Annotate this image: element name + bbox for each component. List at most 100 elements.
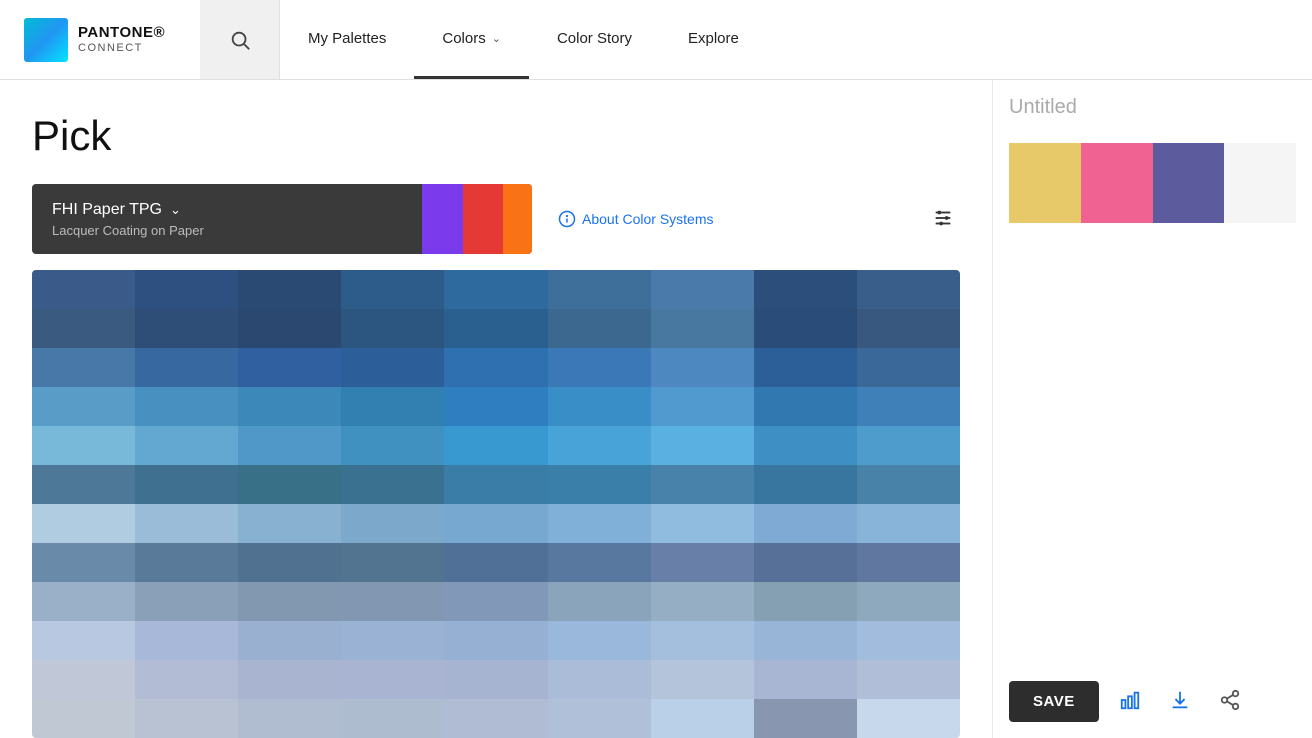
color-swatch[interactable]	[651, 699, 754, 738]
color-swatch[interactable]	[651, 465, 754, 504]
color-swatch[interactable]	[651, 270, 754, 309]
color-swatch[interactable]	[444, 582, 547, 621]
color-swatch[interactable]	[754, 582, 857, 621]
color-swatch[interactable]	[238, 426, 341, 465]
color-swatch[interactable]	[651, 504, 754, 543]
color-swatch[interactable]	[238, 309, 341, 348]
color-swatch[interactable]	[341, 660, 444, 699]
color-swatch[interactable]	[444, 504, 547, 543]
color-swatch[interactable]	[857, 309, 960, 348]
color-swatch[interactable]	[238, 660, 341, 699]
color-swatch[interactable]	[754, 504, 857, 543]
color-swatch[interactable]	[651, 309, 754, 348]
color-swatch[interactable]	[444, 621, 547, 660]
color-swatch[interactable]	[32, 582, 135, 621]
color-swatch[interactable]	[135, 660, 238, 699]
palette-swatch[interactable]	[1153, 143, 1225, 223]
palette-swatch[interactable]	[1081, 143, 1153, 223]
color-swatch[interactable]	[857, 270, 960, 309]
color-swatch[interactable]	[135, 504, 238, 543]
color-swatch[interactable]	[135, 699, 238, 738]
color-swatch[interactable]	[444, 426, 547, 465]
color-swatch[interactable]	[32, 270, 135, 309]
color-swatch[interactable]	[548, 582, 651, 621]
color-swatch[interactable]	[238, 543, 341, 582]
color-swatch[interactable]	[754, 543, 857, 582]
color-swatch[interactable]	[32, 660, 135, 699]
color-swatch[interactable]	[444, 387, 547, 426]
color-swatch[interactable]	[238, 699, 341, 738]
color-swatch[interactable]	[857, 660, 960, 699]
color-swatch[interactable]	[857, 582, 960, 621]
color-swatch[interactable]	[857, 387, 960, 426]
color-swatch[interactable]	[651, 348, 754, 387]
nav-item-my-palettes[interactable]: My Palettes	[280, 0, 414, 79]
color-swatch[interactable]	[341, 543, 444, 582]
color-swatch[interactable]	[135, 309, 238, 348]
color-swatch[interactable]	[651, 426, 754, 465]
nav-item-explore[interactable]: Explore	[660, 0, 767, 79]
color-swatch[interactable]	[32, 504, 135, 543]
color-swatch[interactable]	[754, 270, 857, 309]
color-swatch[interactable]	[238, 348, 341, 387]
color-swatch[interactable]	[444, 348, 547, 387]
download-button[interactable]	[1161, 681, 1199, 722]
color-swatch[interactable]	[444, 309, 547, 348]
color-swatch[interactable]	[754, 699, 857, 738]
color-swatch[interactable]	[548, 543, 651, 582]
nav-item-colors[interactable]: Colors ⌄	[414, 0, 529, 79]
color-swatch[interactable]	[857, 699, 960, 738]
color-swatch[interactable]	[651, 543, 754, 582]
color-swatch[interactable]	[238, 504, 341, 543]
color-swatch[interactable]	[754, 465, 857, 504]
color-swatch[interactable]	[135, 270, 238, 309]
color-swatch[interactable]	[548, 504, 651, 543]
color-swatch[interactable]	[32, 309, 135, 348]
color-swatch[interactable]	[548, 465, 651, 504]
about-color-systems-button[interactable]: About Color Systems	[548, 204, 724, 234]
share-button[interactable]	[1211, 681, 1249, 722]
color-swatch[interactable]	[32, 465, 135, 504]
palette-swatch[interactable]	[1009, 143, 1081, 223]
color-swatch[interactable]	[341, 348, 444, 387]
color-swatch[interactable]	[444, 699, 547, 738]
color-swatch[interactable]	[754, 621, 857, 660]
color-swatch[interactable]	[135, 543, 238, 582]
color-swatch[interactable]	[32, 621, 135, 660]
color-swatch[interactable]	[857, 621, 960, 660]
color-swatch[interactable]	[238, 465, 341, 504]
color-swatch[interactable]	[444, 543, 547, 582]
color-swatch[interactable]	[548, 348, 651, 387]
color-swatch[interactable]	[651, 621, 754, 660]
color-swatch[interactable]	[341, 426, 444, 465]
color-swatch[interactable]	[548, 660, 651, 699]
save-button[interactable]: SAVE	[1009, 681, 1099, 722]
color-swatch[interactable]	[651, 387, 754, 426]
color-swatch[interactable]	[548, 309, 651, 348]
chart-button[interactable]	[1111, 681, 1149, 722]
color-system-selector[interactable]: FHI Paper TPG ⌄ Lacquer Coating on Paper	[32, 184, 532, 254]
color-swatch[interactable]	[548, 699, 651, 738]
color-swatch[interactable]	[548, 270, 651, 309]
color-swatch[interactable]	[754, 348, 857, 387]
color-swatch[interactable]	[135, 621, 238, 660]
palette-title[interactable]: Untitled	[1009, 96, 1296, 127]
color-swatch[interactable]	[857, 348, 960, 387]
color-swatch[interactable]	[857, 543, 960, 582]
nav-item-color-story[interactable]: Color Story	[529, 0, 660, 79]
color-swatch[interactable]	[135, 348, 238, 387]
color-swatch[interactable]	[238, 387, 341, 426]
color-swatch[interactable]	[238, 270, 341, 309]
color-swatch[interactable]	[444, 465, 547, 504]
color-swatch[interactable]	[754, 426, 857, 465]
color-swatch[interactable]	[135, 387, 238, 426]
color-swatch[interactable]	[238, 621, 341, 660]
color-swatch[interactable]	[135, 582, 238, 621]
color-swatch[interactable]	[341, 504, 444, 543]
color-swatch[interactable]	[341, 699, 444, 738]
color-swatch[interactable]	[444, 660, 547, 699]
search-button[interactable]	[200, 0, 280, 79]
color-swatch[interactable]	[754, 660, 857, 699]
color-swatch[interactable]	[32, 543, 135, 582]
color-swatch[interactable]	[754, 387, 857, 426]
